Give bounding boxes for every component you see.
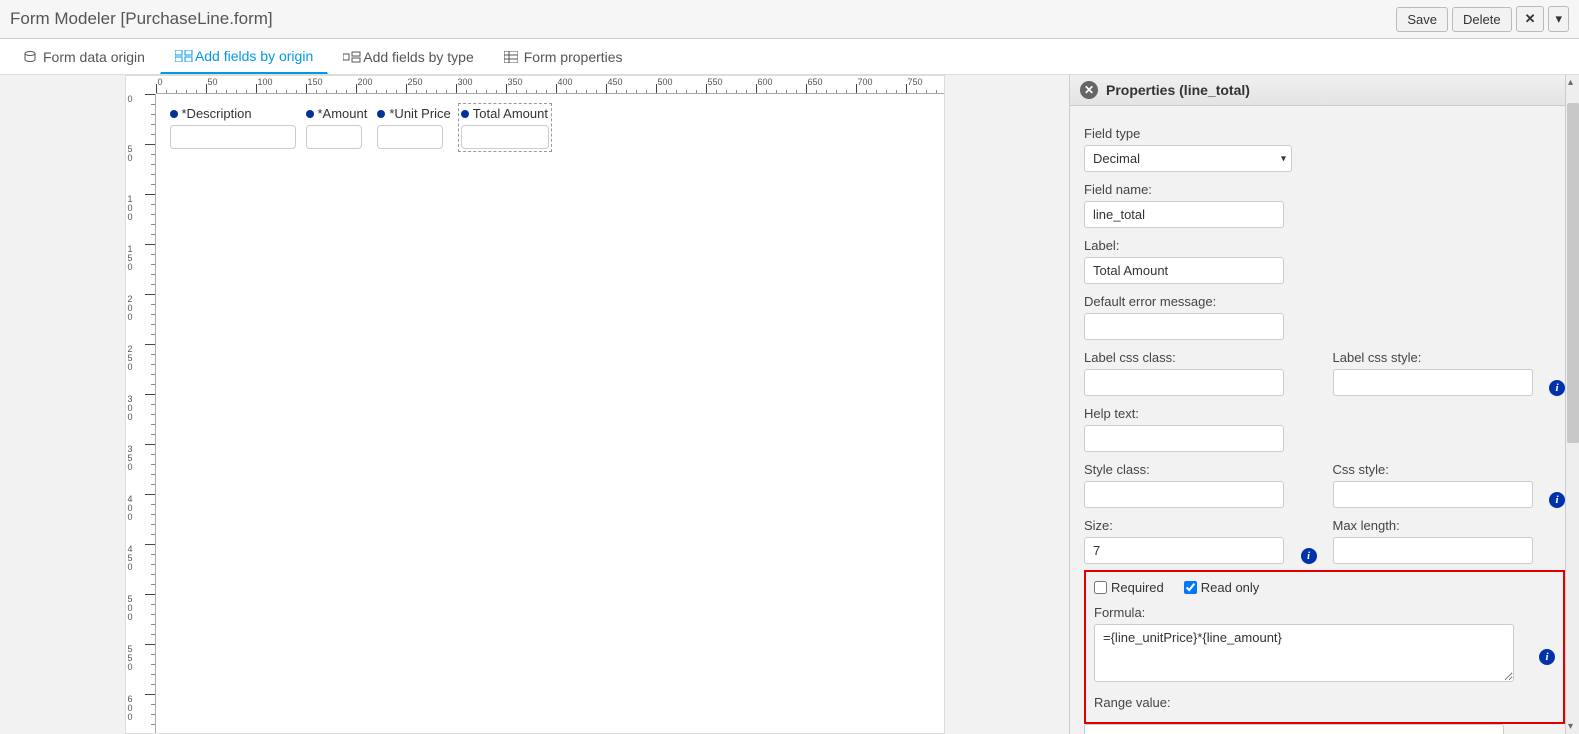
field-name-input[interactable]: [1084, 201, 1284, 228]
tab-label: Add fields by origin: [195, 48, 313, 64]
label-help-text: Help text:: [1084, 406, 1565, 421]
info-icon[interactable]: i: [1549, 492, 1565, 508]
menu-caret-button[interactable]: ▾: [1548, 6, 1569, 32]
scroll-up-icon[interactable]: ▴: [1568, 77, 1573, 88]
close-panel-icon[interactable]: ✕: [1080, 81, 1098, 99]
form-origin-icon: [175, 50, 189, 62]
tab-label: Form data origin: [43, 49, 145, 65]
tab-label: Form properties: [524, 49, 623, 65]
horizontal-ruler: 0501001502002503003504004505005506006507…: [156, 76, 944, 94]
required-checkbox[interactable]: [1094, 581, 1107, 594]
label-label: Label:: [1084, 238, 1565, 253]
side-scrollbar[interactable]: ▴ ▾: [1565, 75, 1579, 734]
delete-button[interactable]: Delete: [1452, 7, 1512, 32]
label-field-type: Field type: [1084, 126, 1565, 141]
scroll-down-icon[interactable]: ▾: [1568, 721, 1573, 732]
label-css-class-input[interactable]: [1084, 369, 1284, 396]
formula-textarea[interactable]: [1094, 624, 1514, 682]
field-unit-price[interactable]: *Unit Price: [377, 106, 450, 149]
properties-body: Field type Decimal ▾ Field name: Label: …: [1070, 106, 1579, 734]
vertical-ruler: 050100150200250300350400450500550600: [126, 94, 156, 733]
label-max-length: Max length:: [1333, 518, 1566, 533]
properties-title: Properties (line_total): [1106, 82, 1250, 98]
field-dot-icon: [377, 110, 385, 118]
db-icon: [23, 51, 37, 63]
field-dot-icon: [306, 110, 314, 118]
tab-form-properties[interactable]: Form properties: [489, 39, 638, 74]
label-label-css-class: Label css class:: [1084, 350, 1317, 365]
close-button[interactable]: ✕: [1516, 6, 1545, 32]
field-input: [377, 125, 443, 149]
label-style-class: Style class:: [1084, 462, 1317, 477]
info-icon[interactable]: i: [1549, 380, 1565, 396]
form-canvas[interactable]: 0501001502002503003504004505005506006507…: [125, 75, 945, 734]
label-range-value: Range value:: [1094, 695, 1555, 710]
tab-data-origin[interactable]: Form data origin: [8, 39, 160, 74]
field-description[interactable]: *Description: [170, 106, 296, 149]
properties-panel: ✕ Properties (line_total) Field type Dec…: [1069, 75, 1579, 734]
field-dot-icon: [461, 110, 469, 118]
field-total-amount[interactable]: Total Amount: [458, 103, 552, 152]
tab-bar: Form data origin Add fields by origin Ad…: [0, 39, 1579, 75]
required-checkbox-label: Required: [1094, 580, 1164, 595]
max-length-input[interactable]: [1333, 537, 1533, 564]
window-title: Form Modeler [PurchaseLine.form]: [10, 9, 273, 29]
label-input[interactable]: [1084, 257, 1284, 284]
title-bar: Form Modeler [PurchaseLine.form] Save De…: [0, 0, 1579, 39]
label-label-css-style: Label css style:: [1333, 350, 1544, 365]
field-input: [170, 125, 296, 149]
label-field-name: Field name:: [1084, 182, 1565, 197]
label-css-style-input[interactable]: [1333, 369, 1533, 396]
size-input[interactable]: [1084, 537, 1284, 564]
scroll-thumb[interactable]: [1567, 103, 1579, 443]
form-fields-row: *Description *Amount *Unit Price Total A…: [170, 106, 549, 149]
props-icon: [504, 51, 518, 63]
canvas-area: 0501001502002503003504004505005506006507…: [0, 75, 1069, 734]
readonly-checkbox[interactable]: [1184, 581, 1197, 594]
title-buttons: Save Delete ✕ ▾: [1396, 6, 1569, 32]
readonly-checkbox-label: Read only: [1184, 580, 1260, 595]
field-input: [461, 125, 549, 149]
workspace: 0501001502002503003504004505005506006507…: [0, 75, 1579, 734]
label-def-err: Default error message:: [1084, 294, 1565, 309]
style-class-input[interactable]: [1084, 481, 1284, 508]
form-type-icon: [343, 51, 357, 63]
info-icon[interactable]: i: [1539, 649, 1555, 665]
default-error-input[interactable]: [1084, 313, 1284, 340]
field-input: [306, 125, 362, 149]
field-label: *Unit Price: [389, 106, 450, 121]
field-label: Total Amount: [473, 106, 548, 121]
field-dot-icon: [170, 110, 178, 118]
tab-label: Add fields by type: [363, 49, 474, 65]
properties-header: ✕ Properties (line_total): [1070, 75, 1579, 106]
css-style-input[interactable]: [1333, 481, 1533, 508]
help-text-input[interactable]: [1084, 425, 1284, 452]
save-button[interactable]: Save: [1396, 7, 1448, 32]
field-amount[interactable]: *Amount: [306, 106, 368, 149]
field-label: *Description: [182, 106, 252, 121]
label-size: Size:: [1084, 518, 1295, 533]
field-label: *Amount: [318, 106, 368, 121]
tab-add-by-origin[interactable]: Add fields by origin: [160, 39, 328, 74]
info-icon[interactable]: i: [1301, 548, 1317, 564]
tab-add-by-type[interactable]: Add fields by type: [328, 39, 489, 74]
label-formula: Formula:: [1094, 605, 1533, 620]
field-type-select[interactable]: Decimal: [1084, 145, 1292, 172]
highlighted-section: Required Read only Formula: i Range valu…: [1084, 570, 1565, 724]
label-css-style: Css style:: [1333, 462, 1544, 477]
